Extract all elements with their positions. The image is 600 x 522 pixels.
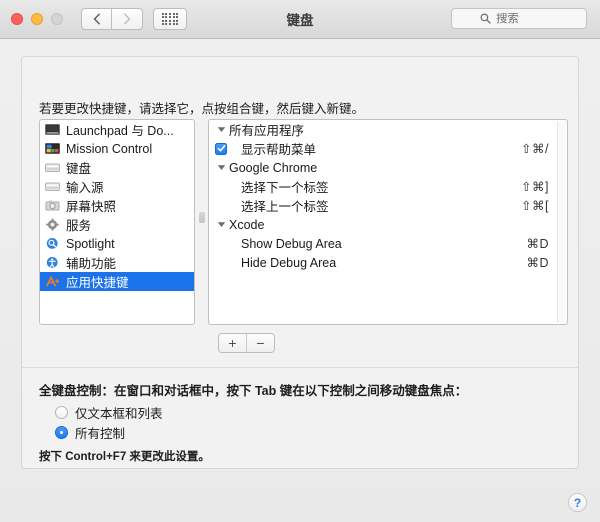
accessibility-icon [45, 256, 60, 269]
shortcut-list-scrollbar[interactable] [557, 121, 566, 323]
category-row-keyboard[interactable]: 键盘 [40, 158, 194, 177]
category-label: Mission Control [66, 142, 152, 156]
shortcut-label: Show Debug Area [233, 237, 526, 251]
keyboard-preferences-window: 键盘 键盘 文本 快捷键 输入源 若要更改快捷键，请选择它，点按组合键，然后键入… [0, 0, 600, 522]
traffic-light-group [0, 13, 63, 25]
window-titlebar: 键盘 [0, 0, 600, 39]
disclosure-triangle-down-icon[interactable] [217, 125, 226, 134]
input-source-icon [45, 180, 60, 193]
category-row-accessibility[interactable]: 辅助功能 [40, 253, 194, 272]
shortcut-label: 选择下一个标签 [233, 177, 521, 196]
search-input[interactable] [496, 13, 558, 25]
navigation-button-group [81, 8, 143, 30]
group-label: Xcode [229, 218, 264, 232]
shortcut-row-show-debug-area[interactable]: Show Debug Area ⌘D [209, 234, 567, 253]
radio-all-controls[interactable] [55, 426, 68, 439]
category-label: 键盘 [66, 158, 91, 177]
category-row-spotlight[interactable]: Spotlight [40, 234, 194, 253]
remove-shortcut-button[interactable]: − [246, 334, 274, 352]
services-gear-icon [45, 218, 60, 231]
shortcut-group-header-xcode[interactable]: Xcode [209, 215, 567, 234]
launchpad-dock-icon [45, 123, 60, 136]
chevron-left-icon [93, 13, 101, 25]
shortcut-group-header-all-apps[interactable]: 所有应用程序 [209, 120, 567, 139]
shortcut-label: 选择上一个标签 [233, 196, 521, 215]
help-button[interactable]: ? [568, 493, 587, 512]
splitter-knob[interactable] [199, 212, 205, 223]
category-list[interactable]: Launchpad 与 Do... Mission Control [39, 119, 195, 325]
category-row-launchpad-dock[interactable]: Launchpad 与 Do... [40, 120, 194, 139]
shortcut-group-header-google-chrome[interactable]: Google Chrome [209, 158, 567, 177]
instruction-text: 若要更改快捷键，请选择它，点按组合键，然后键入新键。 [39, 98, 364, 117]
list-splitter[interactable] [195, 119, 208, 325]
shortcut-checkbox-cell [209, 143, 233, 155]
section-divider [22, 367, 578, 368]
category-label: 输入源 [66, 177, 104, 196]
back-button[interactable] [81, 8, 112, 30]
category-row-screenshot[interactable]: 屏幕快照 [40, 196, 194, 215]
group-label: Google Chrome [229, 161, 317, 175]
radio-row-text-boxes-and-lists[interactable]: 仅文本框和列表 [55, 402, 163, 422]
group-label: 所有应用程序 [229, 120, 304, 139]
shortcut-label: Hide Debug Area [233, 256, 526, 270]
category-label: 屏幕快照 [66, 196, 116, 215]
radio-label: 仅文本框和列表 [75, 403, 163, 422]
disclosure-triangle-down-icon[interactable] [217, 163, 226, 172]
radio-row-all-controls[interactable]: 所有控制 [55, 422, 163, 442]
add-remove-button-group: + − [218, 333, 275, 353]
category-label: 应用快捷键 [66, 272, 129, 291]
spotlight-icon [45, 237, 60, 250]
category-row-mission-control[interactable]: Mission Control [40, 139, 194, 158]
shortcut-row-hide-debug-area[interactable]: Hide Debug Area ⌘D [209, 253, 567, 272]
full-keyboard-access-note: 按下 Control+F7 来更改此设置。 [39, 448, 210, 464]
disclosure-triangle-down-icon[interactable] [217, 220, 226, 229]
search-icon [480, 13, 491, 24]
full-keyboard-access-caption: 全键盘控制：在窗口和对话框中，按下 Tab 键在以下控制之间移动键盘焦点： [39, 380, 467, 399]
show-all-button[interactable] [153, 8, 187, 30]
radio-label: 所有控制 [75, 423, 125, 442]
shortcuts-lists: Launchpad 与 Do... Mission Control [39, 119, 568, 325]
category-label: 服务 [66, 215, 91, 234]
category-row-input-source[interactable]: 输入源 [40, 177, 194, 196]
full-keyboard-access-radio-group: 仅文本框和列表 所有控制 [55, 402, 163, 442]
screenshot-icon [45, 199, 60, 212]
close-button[interactable] [11, 13, 23, 25]
app-shortcuts-icon [45, 275, 60, 288]
mission-control-icon [45, 142, 60, 155]
shortcut-label: 显示帮助菜单 [233, 139, 521, 158]
checkmark-icon [217, 144, 226, 153]
category-row-app-shortcuts[interactable]: 应用快捷键 [40, 272, 194, 291]
add-shortcut-button[interactable]: + [219, 334, 246, 352]
search-field[interactable] [451, 8, 587, 29]
grid-icon [162, 13, 178, 26]
keyboard-icon [45, 161, 60, 174]
category-label: Spotlight [66, 237, 115, 251]
chevron-right-icon [123, 13, 131, 25]
shortcut-list[interactable]: 所有应用程序 显示帮助菜单 ⇧⌘/ [208, 119, 568, 325]
shortcuts-pane: 若要更改快捷键，请选择它，点按组合键，然后键入新键。 Launchpad 与 D… [21, 56, 579, 469]
radio-text-boxes-and-lists[interactable] [55, 406, 68, 419]
shortcut-checkbox[interactable] [215, 143, 227, 155]
shortcut-row-show-help-menu[interactable]: 显示帮助菜单 ⇧⌘/ [209, 139, 567, 158]
shortcut-row-select-next-tab[interactable]: 选择下一个标签 ⇧⌘] [209, 177, 567, 196]
category-row-services[interactable]: 服务 [40, 215, 194, 234]
zoom-button[interactable] [51, 13, 63, 25]
category-label: 辅助功能 [66, 253, 116, 272]
shortcut-row-select-previous-tab[interactable]: 选择上一个标签 ⇧⌘[ [209, 196, 567, 215]
category-label: Launchpad 与 Do... [66, 120, 174, 139]
forward-button[interactable] [112, 8, 143, 30]
minimize-button[interactable] [31, 13, 43, 25]
